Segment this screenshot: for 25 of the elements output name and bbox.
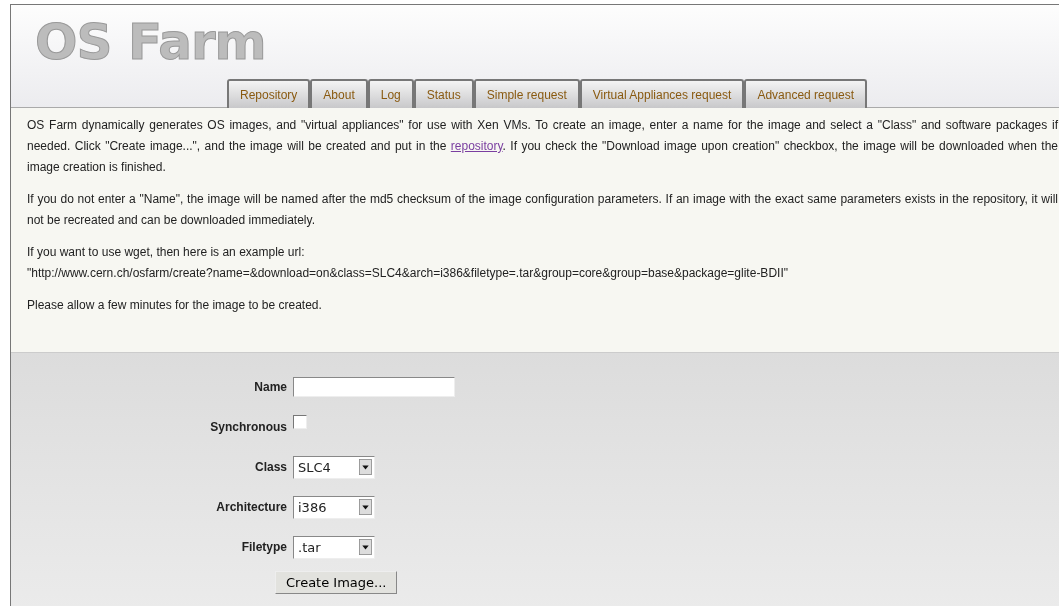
field-label: Name — [253, 380, 288, 394]
nav-tab[interactable]: About — [310, 79, 368, 108]
field-label: Synchronous — [209, 420, 288, 434]
nav-tab[interactable]: Status — [413, 79, 474, 108]
field-label: Filetype — [240, 540, 288, 554]
create-image-button[interactable]: Create Image... — [275, 571, 398, 594]
dropdown[interactable]: .tar — [293, 535, 375, 559]
nav-tab[interactable]: Log — [367, 79, 414, 108]
nav-tab[interactable]: Simple request — [473, 79, 580, 108]
repository-link[interactable]: repository — [450, 139, 503, 153]
name-field[interactable] — [293, 377, 455, 397]
nav-tab[interactable]: Advanced request — [744, 79, 868, 108]
dropdown[interactable]: i386 — [293, 495, 375, 519]
wget-text: If you want to use wget, then here is an example url: — [27, 244, 306, 261]
nav-tab[interactable]: Repository — [227, 79, 311, 108]
example-url: "http://www.cern.ch/osfarm/create?name=&download=on&class=SLC4&arch=i386&filetype=.tar&group=core&group=base&package=glite-BDII" — [27, 265, 789, 282]
wait-note: Please allow a few minutes for the image to be created. — [27, 297, 323, 314]
synchronous-checkbox[interactable] — [293, 415, 307, 429]
field-label: Architecture — [215, 500, 288, 514]
nav-tab[interactable]: Virtual Appliances request — [579, 79, 745, 108]
field-label: Class — [253, 460, 288, 474]
intro-paragraph: OS Farm dynamically generates OS images, and "virtual appliances" for use with Xen VMs. To create an image, enter a name for the image and select a "Class" and software packages if needed. Click "Create image...", and the image will be created and put in the repository. If you check the "Download image upon creation" checkbox, the image will be downloaded when the image creation is finished. — [27, 117, 1058, 176]
info-paragraph: If you do not enter a "Name", the image will be named after the md5 checksum of the image configuration parameters. If an image with the exact same parameters exists in the repository, it will not be recreated and can be downloaded immediately. — [27, 191, 1058, 229]
logo: OS Farm — [35, 17, 266, 67]
dropdown[interactable]: SLC4 — [293, 455, 375, 479]
